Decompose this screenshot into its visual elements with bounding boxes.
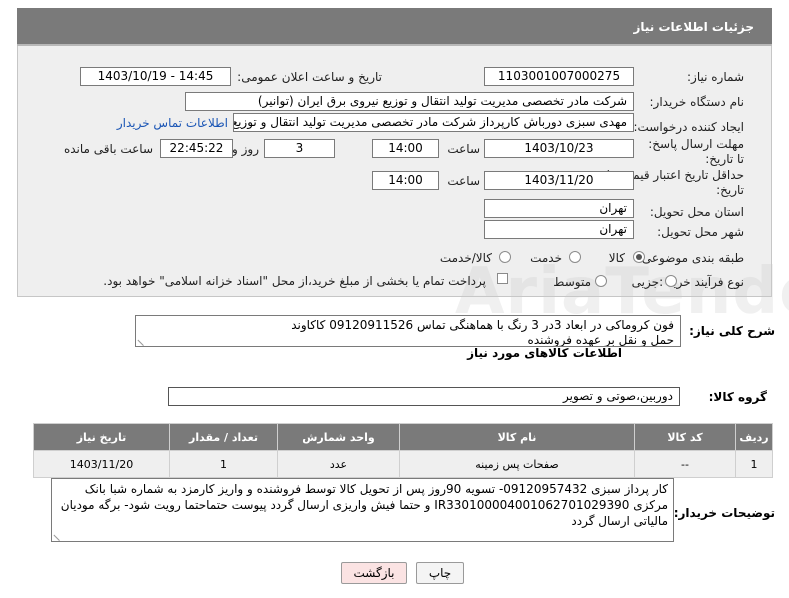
category-goods-radio[interactable] xyxy=(633,251,645,263)
province-label: استان محل تحویل: xyxy=(649,205,744,219)
cell-item-code: -- xyxy=(634,450,736,478)
category-label: طبقه بندی موضوعی: xyxy=(637,251,744,265)
category-goods-service-radio[interactable] xyxy=(499,251,511,263)
treasury-payment-note: پرداخت تمام یا بخشی از مبلغ خرید،از محل … xyxy=(103,274,486,288)
creator-field: مهدی سبزی دورباش کارپرداز شرکت مادر تخصص… xyxy=(233,113,634,132)
cell-need-date: 1403/11/20 xyxy=(33,450,170,478)
description-textarea[interactable]: فون کروماکی در ابعاد 3در 3 رنگ با هماهنگ… xyxy=(135,315,681,347)
cell-item-name: صفحات پس زمینه xyxy=(399,450,635,478)
buyer-org-field: شرکت مادر تخصصی مدیریت تولید انتقال و تو… xyxy=(185,92,634,111)
remaining-time-field: 22:45:22 xyxy=(160,139,233,158)
buyer-notes-text: کار پرداز سبزی 09120957432- تسویه 90روز … xyxy=(60,482,668,528)
purchase-medium-label: متوسط xyxy=(553,275,591,289)
province-field: تهران xyxy=(484,199,634,218)
col-unit: واحد شمارش xyxy=(277,423,400,451)
days-label: روز و xyxy=(232,142,259,156)
items-table: ردیف کد کالا نام کالا واحد شمارش تعداد /… xyxy=(33,423,773,478)
category-goods-service-label: کالا/خدمت xyxy=(439,251,492,265)
purchase-minor-label: جزیی xyxy=(631,275,659,289)
creator-label: ایجاد کننده درخواست: xyxy=(633,120,744,134)
back-button[interactable]: بازگشت xyxy=(341,562,407,584)
need-number-label: شماره نیاز: xyxy=(687,70,744,84)
category-service-radio[interactable] xyxy=(569,251,581,263)
table-row: 1 -- صفحات پس زمینه عدد 1 1403/11/20 xyxy=(33,450,773,478)
purchase-medium-radio[interactable] xyxy=(595,275,607,287)
cell-row-number: 1 xyxy=(735,450,773,478)
buyer-contact-link[interactable]: اطلاعات تماس خریدار xyxy=(117,116,228,130)
days-remaining-field: 3 xyxy=(264,139,335,158)
col-row-number: ردیف xyxy=(735,423,773,451)
treasury-payment-checkbox[interactable] xyxy=(497,273,508,284)
announce-label: تاریخ و ساعت اعلان عمومی: xyxy=(237,70,382,84)
description-label: شرح کلی نیاز: xyxy=(689,324,775,338)
buyer-org-label: نام دستگاه خریدار: xyxy=(649,95,745,109)
panel-header: جزئیات اطلاعات نیاز xyxy=(17,8,772,46)
print-button[interactable]: چاپ xyxy=(416,562,464,584)
page-title: جزئیات اطلاعات نیاز xyxy=(633,20,754,34)
category-goods-label: کالا xyxy=(608,251,625,265)
deadline-time-field: 14:00 xyxy=(372,139,439,158)
purchase-minor-radio[interactable] xyxy=(665,275,677,287)
col-need-date: تاریخ نیاز xyxy=(33,423,170,451)
col-item-name: نام کالا xyxy=(399,423,635,451)
deadline-date-field: 1403/10/23 xyxy=(484,139,634,158)
announce-field: 1403/10/19 - 14:45 xyxy=(80,67,231,86)
cell-quantity: 1 xyxy=(169,450,278,478)
city-field: تهران xyxy=(484,220,634,239)
category-service-label: خدمت xyxy=(530,251,562,265)
description-line-2: حمل و نقل بر عهده فروشنده xyxy=(527,333,674,347)
validity-time-label: ساعت xyxy=(447,174,480,188)
col-item-code: کد کالا xyxy=(634,423,736,451)
validity-time-field: 14:00 xyxy=(372,171,439,190)
validity-date-field: 1403/11/20 xyxy=(484,171,634,190)
buyer-notes-textarea[interactable]: کار پرداز سبزی 09120957432- تسویه 90روز … xyxy=(51,478,674,542)
deadline-label: مهلت ارسال پاسخ: تا تاریخ: xyxy=(648,137,744,166)
description-line-1: فون کروماکی در ابعاد 3در 3 رنگ با هماهنگ… xyxy=(291,318,674,332)
goods-group-label: گروه کالا: xyxy=(708,390,767,404)
buyer-notes-label: توضیحات خریدار: xyxy=(673,506,775,520)
col-quantity: تعداد / مقدار xyxy=(169,423,278,451)
remaining-time-label: ساعت باقی مانده xyxy=(63,142,153,156)
need-number-field: 1103001007000275 xyxy=(484,67,634,86)
items-section-title: اطلاعات کالاهای مورد نیاز xyxy=(467,346,622,360)
goods-group-field: دوربین،صوتی و تصویر xyxy=(168,387,680,406)
table-header-row: ردیف کد کالا نام کالا واحد شمارش تعداد /… xyxy=(33,423,773,451)
deadline-time-label: ساعت xyxy=(447,142,480,156)
city-label: شهر محل تحویل: xyxy=(657,225,744,239)
resize-grip-icon[interactable] xyxy=(53,528,66,541)
cell-unit: عدد xyxy=(277,450,400,478)
